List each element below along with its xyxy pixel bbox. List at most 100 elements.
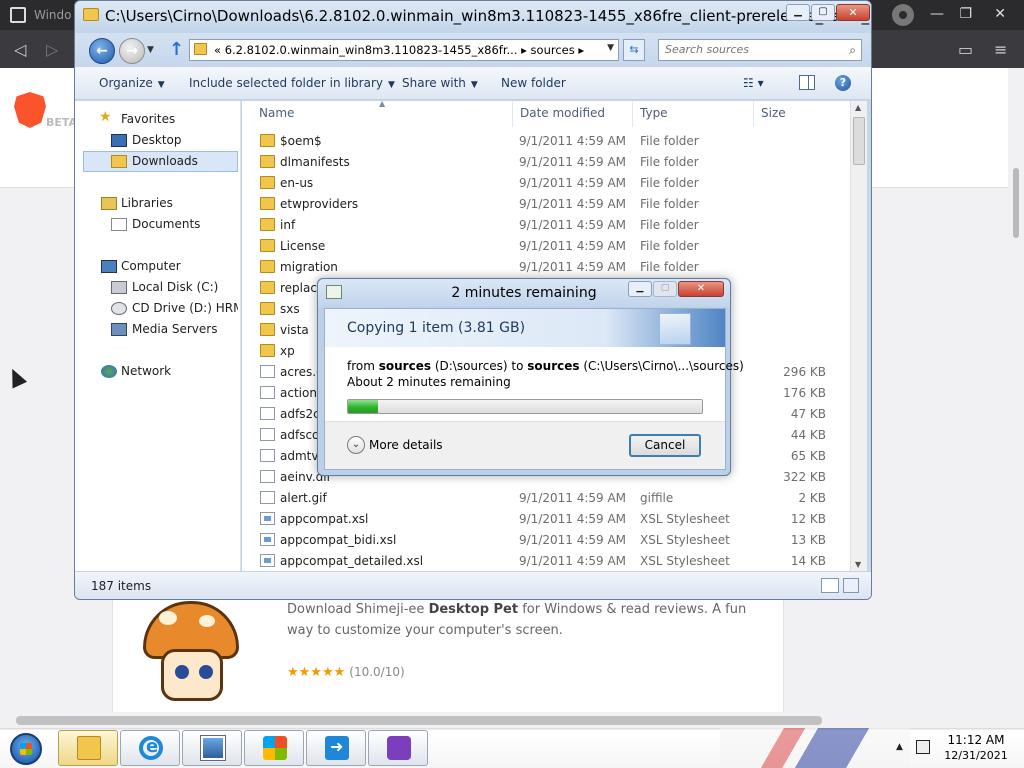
- dialog-title-bar[interactable]: 2 minutes remaining ▁ ▢ ✕: [318, 279, 730, 307]
- dialog-minimize-button[interactable]: ▁: [628, 281, 652, 297]
- file-icon: [260, 407, 275, 420]
- system-tray: ▲ 11:12 AM 12/31/2021: [892, 728, 1024, 768]
- browser-forward-icon[interactable]: ▷: [46, 40, 58, 59]
- wallet-icon[interactable]: ▭: [958, 40, 973, 59]
- search-box[interactable]: ⌕: [658, 39, 862, 61]
- nav-desktop[interactable]: Desktop: [132, 133, 182, 147]
- file-row[interactable]: License 9/1/2011 4:59 AM File folder: [242, 236, 850, 257]
- refresh-button[interactable]: ⇆: [623, 39, 645, 61]
- file-row[interactable]: inf 9/1/2011 4:59 AM File folder: [242, 215, 850, 236]
- maximize-icon[interactable]: ❐: [959, 6, 972, 22]
- nav-downloads[interactable]: Downloads: [132, 154, 198, 168]
- nav-favorites[interactable]: Favorites: [121, 112, 175, 126]
- downloads-folder-icon: [111, 155, 127, 168]
- file-row[interactable]: $oem$ 9/1/2011 4:59 AM File folder: [242, 131, 850, 152]
- taskbar-explorer[interactable]: [58, 730, 118, 766]
- explorer-close-button[interactable]: ✕: [836, 4, 870, 21]
- minimize-icon[interactable]: —: [930, 6, 944, 22]
- file-name: alert.gif: [280, 491, 327, 505]
- brave-logo-icon[interactable]: [14, 92, 46, 128]
- clock-date[interactable]: 12/31/2021: [936, 749, 1016, 762]
- scroll-down-icon[interactable]: ▼: [855, 560, 861, 569]
- address-dropdown-icon[interactable]: ▼: [607, 43, 614, 53]
- column-name[interactable]: Name: [259, 106, 294, 120]
- explorer-minimize-button[interactable]: ▁: [786, 4, 810, 21]
- nav-media-servers[interactable]: Media Servers: [132, 322, 217, 336]
- close-icon[interactable]: ✕: [994, 6, 1006, 22]
- cancel-button[interactable]: Cancel: [629, 434, 701, 457]
- network-tray-icon[interactable]: [916, 740, 930, 754]
- menu-icon[interactable]: ≡: [994, 40, 1007, 59]
- folder-icon: [260, 155, 275, 168]
- nav-libraries[interactable]: Libraries: [121, 196, 173, 210]
- file-row[interactable]: alert.gif 9/1/2011 4:59 AM giffile 2 KB: [242, 488, 850, 509]
- taskbar-internet-explorer[interactable]: [120, 730, 180, 766]
- nav-network[interactable]: Network: [121, 364, 171, 378]
- file-size: 176 KB: [783, 386, 826, 400]
- taskbar-windows-app[interactable]: [244, 730, 304, 766]
- help-icon[interactable]: ?: [835, 75, 851, 91]
- file-type: File folder: [640, 197, 699, 211]
- organize-button[interactable]: Organize ▼: [99, 76, 165, 90]
- browser-back-icon[interactable]: ◁: [14, 40, 26, 59]
- column-type[interactable]: Type: [640, 106, 668, 120]
- nav-cd-drive[interactable]: CD Drive (D:) HRM_C: [132, 301, 238, 315]
- browser-vertical-scrollbar[interactable]: [1008, 68, 1024, 728]
- file-row[interactable]: migration 9/1/2011 4:59 AM File folder: [242, 257, 850, 278]
- dialog-close-button[interactable]: ✕: [678, 281, 724, 297]
- explorer-maximize-button[interactable]: ▢: [811, 4, 835, 21]
- column-size[interactable]: Size: [761, 106, 786, 120]
- explorer-title-bar[interactable]: C:\Users\Cirno\Downloads\6.2.8102.0.winm…: [75, 1, 871, 33]
- new-folder-button[interactable]: New folder: [501, 76, 566, 90]
- recent-pages-icon[interactable]: ▼: [147, 45, 154, 55]
- taskbar-photo-viewer[interactable]: [182, 730, 242, 766]
- source-link[interactable]: sources: [379, 359, 431, 373]
- file-row[interactable]: en-us 9/1/2011 4:59 AM File folder: [242, 173, 850, 194]
- file-row[interactable]: appcompat_bidi.xsl 9/1/2011 4:59 AM XSL St…: [242, 530, 850, 551]
- start-button[interactable]: [10, 733, 42, 765]
- app-card[interactable]: Download Shimeji-ee Desktop Pet for Wind…: [112, 588, 784, 716]
- more-details-button[interactable]: More details: [369, 438, 443, 452]
- change-view-icon[interactable]: ☷ ▾: [743, 76, 764, 90]
- clock-time[interactable]: 11:12 AM: [936, 733, 1016, 747]
- preview-pane-icon[interactable]: [799, 75, 815, 90]
- file-row[interactable]: appcompat_detailed.xsl 9/1/2011 4:59 AM XS…: [242, 551, 850, 571]
- taskbar-brave[interactable]: [368, 730, 428, 766]
- up-folder-icon[interactable]: ↑: [169, 39, 184, 60]
- large-icons-view-icon[interactable]: [843, 578, 859, 593]
- browser-horizontal-scrollbar[interactable]: [0, 712, 1008, 728]
- windows-logo-icon: [20, 743, 32, 755]
- include-in-library-button[interactable]: Include selected folder in library ▼: [189, 76, 395, 90]
- nav-local-disk[interactable]: Local Disk (C:): [132, 280, 218, 294]
- share-with-button[interactable]: Share with ▼: [402, 76, 478, 90]
- forward-button[interactable]: →: [119, 38, 145, 64]
- folder-icon: [260, 134, 275, 147]
- rating-stars: ★★★★★: [287, 665, 346, 680]
- scroll-thumb[interactable]: [853, 117, 865, 165]
- file-type: File folder: [640, 260, 699, 274]
- back-button[interactable]: ←: [89, 38, 115, 64]
- nav-documents[interactable]: Documents: [132, 217, 200, 231]
- file-type: XSL Stylesheet: [640, 512, 730, 526]
- folder-icon: [83, 8, 99, 21]
- taskbar-remote-desktop[interactable]: [306, 730, 366, 766]
- brave-vpn-icon[interactable]: [892, 4, 914, 26]
- show-hidden-icons-icon[interactable]: ▲: [896, 742, 903, 752]
- search-icon[interactable]: ⌕: [849, 43, 856, 58]
- search-input[interactable]: [665, 43, 835, 56]
- file-row[interactable]: dlmanifests 9/1/2011 4:59 AM File folder: [242, 152, 850, 173]
- explorer-title: C:\Users\Cirno\Downloads\6.2.8102.0.winm…: [105, 7, 870, 25]
- details-view-icon[interactable]: [821, 578, 839, 593]
- file-name: appcompat_bidi.xsl: [280, 533, 397, 547]
- scroll-up-icon[interactable]: ▲: [855, 103, 861, 112]
- nav-computer[interactable]: Computer: [121, 259, 181, 273]
- expand-chevron-icon[interactable]: ⌄: [347, 436, 365, 454]
- file-row[interactable]: appcompat.xsl 9/1/2011 4:59 AM XSL Stylesh…: [242, 509, 850, 530]
- item-count: 187 items: [91, 579, 152, 593]
- file-list-scrollbar[interactable]: ▲ ▼: [850, 101, 867, 571]
- destination-link[interactable]: sources: [527, 359, 579, 373]
- file-row[interactable]: etwproviders 9/1/2011 4:59 AM File folder: [242, 194, 850, 215]
- column-date-modified[interactable]: Date modified: [520, 106, 605, 120]
- file-name: appcompat.xsl: [280, 512, 369, 526]
- address-bar[interactable]: « 6.2.8102.0.winmain_win8m3.110823-1455_…: [189, 39, 619, 61]
